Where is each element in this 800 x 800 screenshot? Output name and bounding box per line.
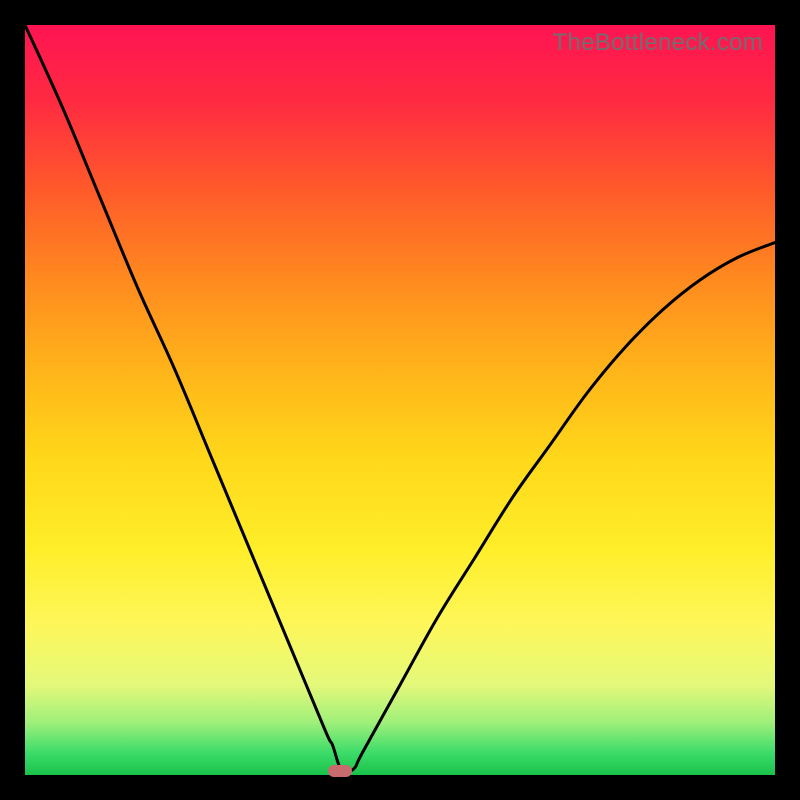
bottleneck-curve (25, 25, 775, 775)
chart-frame: TheBottleneck.com (0, 0, 800, 800)
optimum-marker (328, 765, 352, 777)
plot-area: TheBottleneck.com (25, 25, 775, 775)
